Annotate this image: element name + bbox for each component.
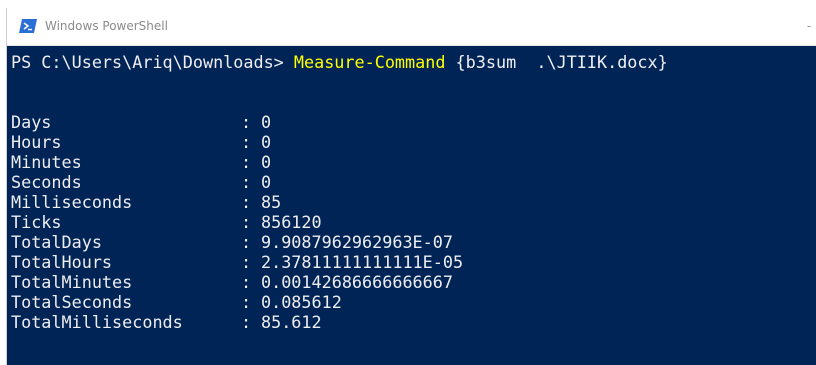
output-label: TotalSeconds (11, 292, 133, 312)
output-separator: : (241, 272, 252, 292)
output-row: Hours:0 (11, 132, 271, 152)
prompt-line: PS C:\Users\Ariq\Downloads> Measure-Comm… (11, 52, 668, 72)
output-separator: : (241, 292, 252, 312)
output-value: 2.37811111111111E-05 (261, 252, 464, 272)
output-label: Ticks (11, 212, 62, 232)
output-label: Days (11, 112, 52, 132)
output-value: 0 (261, 152, 272, 172)
output-row: Milliseconds:85 (11, 192, 281, 212)
output-value: 0.00142686666666667 (261, 272, 453, 292)
output-row: Seconds:0 (11, 172, 271, 192)
output-value: 0 (261, 112, 272, 132)
output-row: TotalDays:9.9087962962963E-07 (11, 232, 453, 252)
powershell-window: Windows PowerShell - PS C:\Users\Ariq\Do… (6, 8, 816, 365)
window-title: Windows PowerShell (45, 19, 168, 33)
output-label: Seconds (11, 172, 82, 192)
output-separator: : (241, 212, 252, 232)
output-row: Days:0 (11, 112, 271, 132)
output-separator: : (241, 112, 252, 132)
powershell-icon (19, 19, 37, 33)
output-label: TotalDays (11, 232, 102, 252)
output-row: Minutes:0 (11, 152, 271, 172)
output-value: 0 (261, 172, 272, 192)
output-value: 856120 (261, 212, 322, 232)
output-value: 0 (261, 132, 272, 152)
output-row: TotalMilliseconds:85.612 (11, 312, 322, 332)
output-label: Milliseconds (11, 192, 133, 212)
output-separator: : (241, 172, 252, 192)
minimize-button[interactable]: - (802, 18, 816, 34)
output-label: TotalMinutes (11, 272, 133, 292)
output-label: TotalHours (11, 252, 113, 272)
title-bar[interactable]: Windows PowerShell - (7, 8, 816, 46)
output-row: Ticks:856120 (11, 212, 322, 232)
console-output[interactable]: PS C:\Users\Ariq\Downloads> Measure-Comm… (11, 52, 816, 365)
output-label: Minutes (11, 152, 82, 172)
command-text: Measure-Command (293, 52, 446, 72)
output-label: Hours (11, 132, 62, 152)
output-separator: : (241, 252, 252, 272)
output-separator: : (241, 312, 252, 332)
output-value: 85 (261, 192, 282, 212)
output-separator: : (241, 232, 252, 252)
output-label: TotalMilliseconds (11, 312, 183, 332)
output-value: 0.085612 (261, 292, 342, 312)
output-separator: : (241, 192, 252, 212)
output-separator: : (241, 132, 252, 152)
command-args: {b3sum .\JTIIK.docx} (445, 52, 668, 72)
output-value: 9.9087962962963E-07 (261, 232, 453, 252)
output-row: TotalMinutes:0.00142686666666667 (11, 272, 453, 292)
prompt-text: PS C:\Users\Ariq\Downloads> (11, 52, 294, 72)
output-value: 85.612 (261, 312, 322, 332)
output-row: TotalSeconds:0.085612 (11, 292, 342, 312)
output-row: TotalHours:2.37811111111111E-05 (11, 252, 463, 272)
output-separator: : (241, 152, 252, 172)
